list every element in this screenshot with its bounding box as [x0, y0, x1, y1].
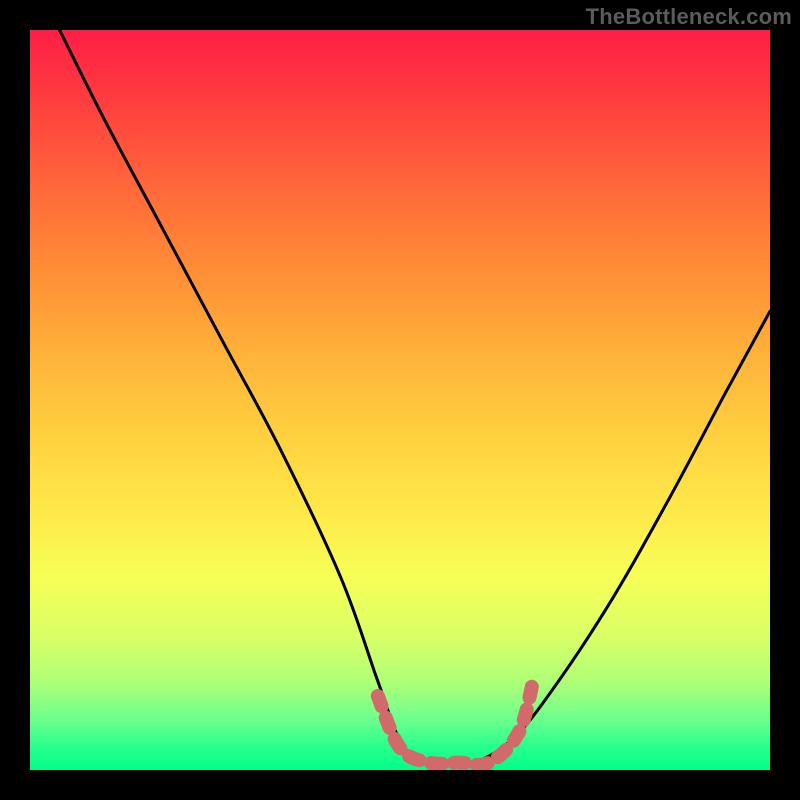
plot-area	[30, 30, 770, 770]
optimal-band-marker	[378, 681, 533, 765]
chart-svg	[30, 30, 770, 770]
chart-frame: TheBottleneck.com	[0, 0, 800, 800]
bottleneck-curve	[60, 30, 770, 764]
watermark-text: TheBottleneck.com	[586, 4, 792, 30]
